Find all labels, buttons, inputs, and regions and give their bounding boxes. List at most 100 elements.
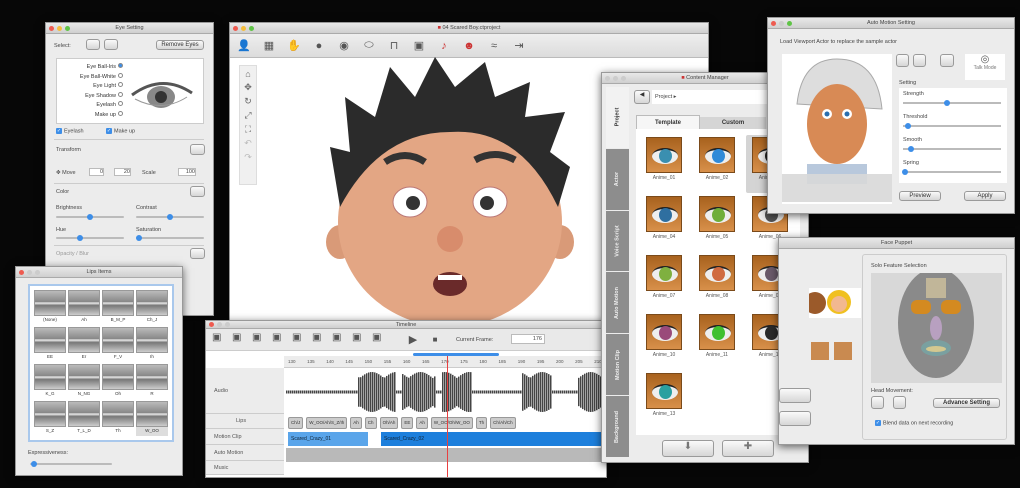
side-tab-voice-script[interactable]: Voice Script (606, 210, 629, 272)
slider-thumb[interactable] (944, 100, 951, 106)
mouth-icon[interactable]: ⬭ (361, 39, 377, 52)
audio-waveform[interactable] (286, 370, 606, 414)
apply-button[interactable]: Apply (964, 191, 1006, 201)
actor-button[interactable] (896, 54, 909, 67)
lip-item[interactable]: T_L_D (68, 401, 100, 436)
contrast-slider[interactable] (136, 214, 204, 220)
eye-part-radio[interactable]: Eyelash (61, 101, 123, 111)
spring-slider[interactable] (901, 169, 1001, 175)
talk-mode-button[interactable]: ◎ Talk Mode (965, 54, 1005, 80)
audio-button[interactable] (940, 54, 954, 67)
saturation-slider[interactable] (136, 235, 204, 241)
head-tilt-button[interactable] (893, 396, 906, 409)
select-left-eye-button[interactable] (86, 39, 100, 50)
expression-thumb[interactable] (834, 342, 852, 360)
eye-part-radio[interactable]: Eye Shadow (61, 91, 123, 102)
slider-thumb[interactable] (904, 123, 911, 129)
lip-item[interactable]: Th (102, 401, 134, 436)
smooth-slider[interactable] (903, 146, 1001, 152)
lip-clip[interactable]: Ch/Ah/Ch (490, 417, 516, 429)
voice-icon[interactable]: ▣ (252, 332, 264, 343)
script-icon[interactable]: ▣ (272, 332, 284, 343)
fullscreen-icon[interactable]: ⛶ (245, 124, 251, 135)
play-icon[interactable]: ▶ (406, 333, 420, 347)
download-button[interactable]: ⬇ (662, 440, 714, 457)
lip-item[interactable]: B_M_P (102, 290, 134, 325)
close-button[interactable] (209, 322, 214, 327)
rotate-icon[interactable]: ↻ (244, 96, 252, 107)
lip-clip[interactable]: Th (475, 417, 488, 429)
face-record-icon[interactable]: ☻ (461, 40, 477, 52)
motion-icon[interactable]: ▦ (261, 39, 277, 52)
preview-button[interactable]: Preview (899, 191, 941, 201)
playhead[interactable] (447, 356, 448, 477)
audio-record-icon[interactable]: ♪ (436, 40, 452, 52)
side-tab-actor[interactable]: Actor (606, 148, 629, 210)
add-button[interactable]: ✚ (722, 440, 774, 457)
clip-icon[interactable]: ▣ (292, 332, 304, 343)
zoom-out-icon[interactable]: ▣ (332, 332, 344, 343)
content-item[interactable]: Anime_01 (640, 135, 688, 193)
import-icon[interactable]: ▣ (212, 332, 224, 343)
eyelash-checkbox[interactable]: ✓ Eyelash (56, 128, 84, 134)
curve-icon[interactable]: ≈ (486, 40, 502, 52)
expressiveness-slider[interactable] (30, 461, 112, 467)
lip-item[interactable]: Ch_J (136, 290, 168, 325)
slider-thumb[interactable] (76, 235, 83, 241)
content-item[interactable]: Anime_07 (640, 253, 688, 311)
actor-icon[interactable]: 👤 (236, 39, 252, 52)
slider-thumb[interactable] (136, 235, 143, 241)
minimize-button[interactable] (241, 26, 246, 31)
slider-thumb[interactable] (167, 214, 173, 220)
time-ruler[interactable]: 130 135 140 145 150 155 160 165 170 175 180 185 190 1… (284, 356, 606, 368)
content-item[interactable]: Anime_02 (693, 135, 741, 193)
lip-item[interactable]: EE (34, 327, 66, 362)
zoom-in-icon[interactable]: ▣ (312, 332, 324, 343)
close-button[interactable] (49, 26, 54, 31)
undo-icon[interactable]: ↶ (244, 138, 252, 149)
content-item[interactable]: Anime_13 (640, 371, 688, 429)
select-right-eye-button[interactable] (104, 39, 118, 50)
move-icon[interactable]: ✥ (244, 82, 252, 93)
brightness-slider[interactable] (56, 214, 124, 220)
zoom-fit-icon[interactable]: ▣ (352, 332, 364, 343)
zoom-button[interactable] (249, 26, 254, 31)
side-tab-project[interactable]: Project (606, 87, 629, 148)
eye-part-radio[interactable]: Eye Light (61, 82, 123, 92)
content-item[interactable]: Anime_04 (640, 194, 688, 252)
lip-item[interactable]: K_G (34, 364, 66, 399)
back-button[interactable]: ◀ (634, 90, 650, 104)
export-icon[interactable]: ⇥ (511, 39, 527, 52)
content-item[interactable]: Anime_10 (640, 312, 688, 370)
opacity-reset-button[interactable] (190, 248, 205, 259)
lip-item[interactable]: R (136, 364, 168, 399)
lip-clip[interactable]: W_OO/Ah/S_Z/Ih (306, 417, 348, 429)
content-item[interactable]: Anime_11 (693, 312, 741, 370)
color-reset-button[interactable] (190, 186, 205, 197)
lip-item[interactable]: S_Z (34, 401, 66, 436)
lip-item[interactable]: (None) (34, 290, 66, 325)
lip-item[interactable]: F_V (102, 327, 134, 362)
tab-template[interactable]: Template (636, 115, 700, 129)
eye-icon[interactable]: ◉ (336, 39, 352, 52)
zoom-button[interactable] (65, 26, 70, 31)
lip-clip[interactable]: EE (401, 417, 414, 429)
lip-clip[interactable]: Ah (416, 417, 428, 429)
lip-item[interactable]: Oh (102, 364, 134, 399)
advance-setting-button[interactable]: Advance Setting (933, 398, 1000, 408)
head-rotate-button[interactable] (871, 396, 884, 409)
side-tab-background[interactable]: Background (606, 396, 629, 457)
fit-icon[interactable]: ⤢ (244, 110, 251, 121)
eye-part-radio[interactable]: Make up (61, 110, 123, 121)
remove-eyes-button[interactable]: Remove Eyes (156, 40, 204, 50)
lip-item[interactable]: N_NG (68, 364, 100, 399)
actor-load-button[interactable] (913, 54, 926, 67)
side-tab-auto-motion[interactable]: Auto Motion (606, 272, 629, 334)
hue-slider[interactable] (56, 235, 124, 241)
move-x-input[interactable]: 0 (89, 168, 104, 176)
side-tab-motion-clip[interactable]: Motion Clip (606, 334, 629, 396)
eye-part-radio[interactable]: Eye Ball-Iris (61, 63, 123, 73)
home-icon[interactable]: ⌂ (245, 69, 250, 79)
lip-clip[interactable]: Ch/J (288, 417, 304, 429)
scale-input[interactable]: 100 (178, 168, 196, 176)
